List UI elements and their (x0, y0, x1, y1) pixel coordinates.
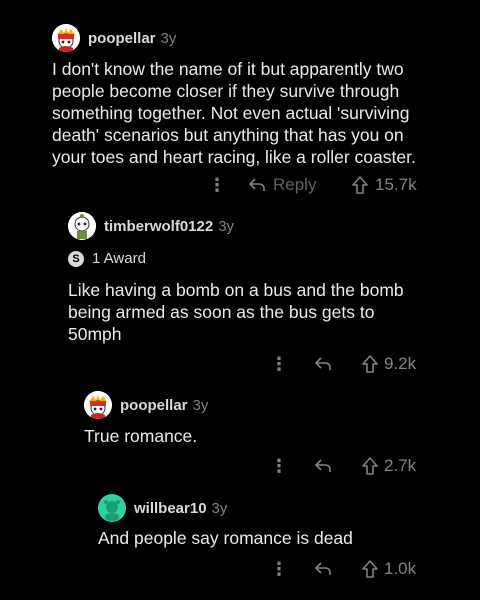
vote-count: 1.0k (384, 559, 417, 578)
comment-actions: ⋮ 9.2k (0, 352, 480, 376)
reply-arrow-icon (248, 178, 265, 191)
award-label: 1 Award (92, 250, 146, 267)
comment-actions: ⋮ Reply 15.7k (0, 173, 480, 197)
comment-header: willbear10 3y (98, 494, 227, 522)
award-icon: S (68, 250, 84, 267)
avatar[interactable] (68, 212, 96, 240)
username[interactable]: poopellar (88, 30, 156, 47)
more-options-icon[interactable]: ⋮ (270, 557, 288, 581)
upvote-button[interactable]: 15.7k (352, 173, 417, 197)
more-options-icon[interactable]: ⋮ (208, 173, 226, 197)
comment-age: 3y (192, 396, 209, 414)
snoo-avatar-icon (98, 494, 126, 522)
comment-age: 3y (160, 29, 177, 47)
reply-button[interactable]: Reply (248, 173, 316, 197)
award-badge[interactable]: S 1 Award (68, 250, 146, 267)
vote-count: 15.7k (375, 175, 417, 194)
username[interactable]: willbear10 (134, 500, 207, 517)
comment-age: 3y (218, 217, 235, 235)
avatar[interactable] (84, 391, 112, 419)
vote-count: 9.2k (384, 354, 417, 373)
snoo-avatar-icon (68, 212, 96, 240)
comment-actions: ⋮ 2.7k (0, 454, 480, 478)
comment-age: 3y (211, 499, 228, 517)
avatar[interactable] (52, 24, 80, 52)
upvote-arrow-icon (362, 457, 378, 475)
snoo-avatar-icon (52, 24, 80, 52)
comment-header: poopellar 3y (52, 24, 176, 52)
comment-body: And people say romance is dead (98, 528, 353, 548)
upvote-arrow-icon (352, 176, 368, 194)
avatar[interactable] (98, 494, 126, 522)
comment-actions: ⋮ 1.0k (0, 557, 480, 581)
more-options-icon[interactable]: ⋮ (270, 352, 288, 376)
upvote-button[interactable]: 1.0k (362, 557, 416, 581)
reply-button[interactable] (314, 352, 332, 376)
vote-count: 2.7k (384, 456, 417, 475)
upvote-button[interactable]: 2.7k (362, 454, 416, 478)
comment-body: True romance. (84, 426, 198, 446)
reply-button[interactable] (314, 557, 332, 581)
comment-body: I don't know the name of it but apparent… (52, 59, 416, 167)
username[interactable]: poopellar (120, 397, 188, 414)
snoo-avatar-icon (84, 391, 112, 419)
reply-arrow-icon (314, 357, 331, 370)
upvote-arrow-icon (362, 355, 378, 373)
more-options-icon[interactable]: ⋮ (270, 454, 288, 478)
reply-button[interactable] (314, 454, 332, 478)
reply-label: Reply (273, 175, 317, 194)
upvote-arrow-icon (362, 560, 378, 578)
username[interactable]: timberwolf0122 (104, 218, 213, 235)
comment-header: timberwolf0122 3y (68, 212, 234, 240)
upvote-button[interactable]: 9.2k (362, 352, 416, 376)
comment-header: poopellar 3y (84, 391, 208, 419)
reply-arrow-icon (314, 459, 331, 472)
comment-body: Like having a bomb on a bus and the bomb… (68, 280, 404, 344)
reply-arrow-icon (314, 562, 331, 575)
